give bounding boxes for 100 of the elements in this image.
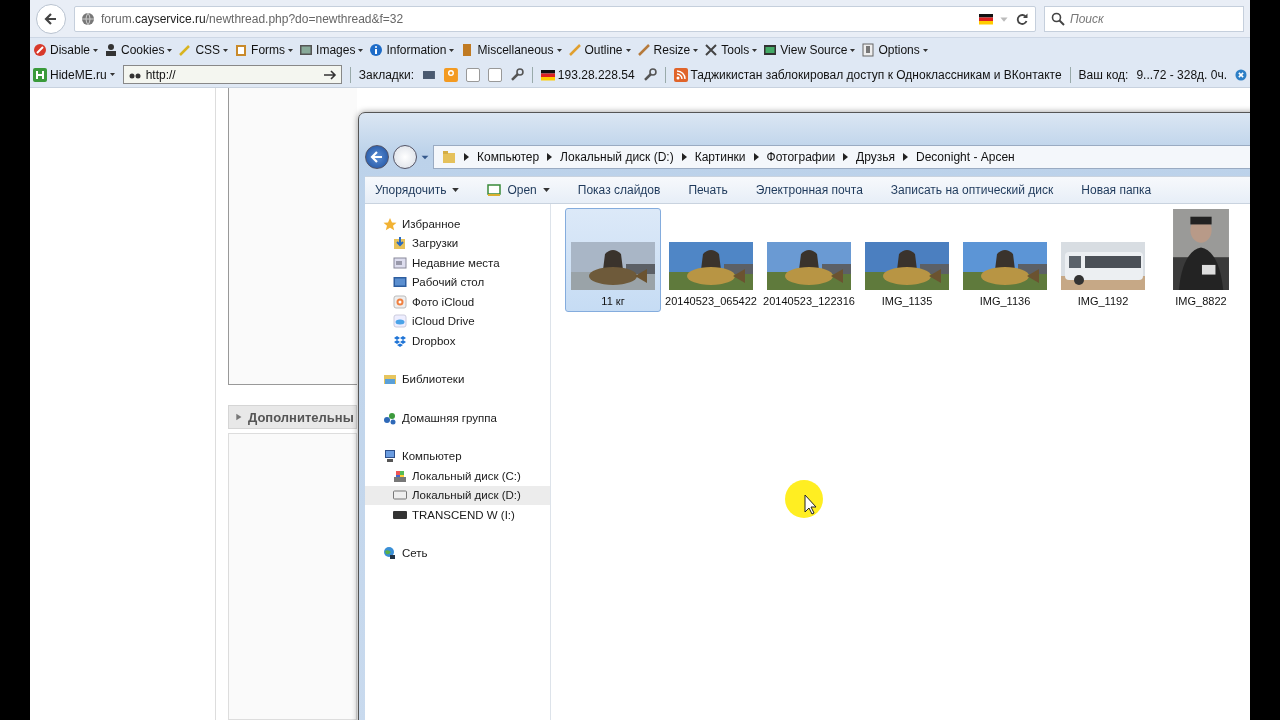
toolbar-menu[interactable]: Disable — [33, 43, 99, 57]
nav-item[interactable]: Библиотеки — [365, 369, 550, 389]
caret-icon — [358, 48, 364, 52]
command-button[interactable]: Электронная почта — [755, 181, 863, 199]
flag-icon — [979, 11, 993, 26]
proxy-menu[interactable]: HideME.ru — [33, 67, 115, 82]
caret-icon — [93, 48, 99, 52]
file-item[interactable]: IMG_1135 — [859, 208, 955, 312]
nav-item[interactable]: Dropbox — [365, 331, 550, 351]
file-item[interactable]: IMG_8822 — [1153, 208, 1249, 312]
wrench-icon[interactable] — [509, 67, 524, 82]
command-button[interactable]: Показ слайдов — [577, 181, 661, 199]
ip-address[interactable]: 193.28.228.54 — [540, 67, 635, 82]
file-item[interactable]: 20140523_122316 — [761, 208, 857, 312]
proxy-url-field[interactable]: http:// — [122, 65, 342, 84]
download-folder-icon — [393, 236, 407, 251]
toolbar-menu[interactable]: Miscellaneous — [460, 43, 562, 57]
toolbar-menu[interactable]: Images — [299, 43, 364, 57]
file-item[interactable]: IMG_1192 — [1055, 208, 1151, 312]
caret-icon — [223, 48, 229, 52]
command-button[interactable]: Записать на оптический диск — [890, 181, 1054, 199]
toolbar-menu[interactable]: Outline — [567, 43, 631, 57]
nav-item[interactable]: iCloud Drive — [365, 311, 550, 331]
homegroup-icon — [383, 410, 397, 425]
flag-icon — [540, 67, 555, 82]
person-icon — [104, 43, 119, 57]
search-field[interactable]: Поиск — [1044, 5, 1244, 32]
tools-icon — [704, 43, 719, 57]
section-header[interactable]: Дополнительны — [228, 405, 357, 429]
search-icon — [1051, 11, 1065, 26]
chevron-icon — [681, 153, 687, 161]
nav-item[interactable]: Недавние места — [365, 253, 550, 273]
monitor-icon — [763, 43, 778, 57]
toolbar-menu[interactable]: Resize — [636, 43, 699, 57]
file-item[interactable]: IMG_1136 — [957, 208, 1053, 312]
forward-button[interactable] — [393, 145, 417, 169]
nav-item[interactable]: Рабочий стол — [365, 272, 550, 292]
drive-icon — [393, 468, 407, 483]
bookmark-square-icon[interactable] — [487, 67, 502, 82]
news-link[interactable]: Таджикистан заблокировал доступ к Одноклассникам и ВКонтакте — [673, 67, 1062, 82]
caret-icon — [109, 73, 115, 76]
toolbar-menu[interactable]: CSS — [178, 43, 229, 57]
folder-icon — [442, 150, 456, 164]
options-icon — [861, 43, 876, 57]
nav-item[interactable]: Компьютер — [365, 446, 550, 466]
breadcrumb[interactable]: Друзья — [856, 150, 896, 164]
caret-icon — [542, 188, 550, 192]
command-button[interactable]: Печать — [688, 181, 728, 199]
rss-icon — [673, 67, 688, 82]
wrench-icon[interactable] — [642, 67, 657, 82]
toolbar-menu[interactable]: View Source — [763, 43, 856, 57]
toolbar-menu[interactable]: Forms — [234, 43, 294, 57]
cursor-icon — [784, 479, 824, 519]
nav-item[interactable]: Загрузки — [365, 233, 550, 253]
nav-item[interactable]: Сеть — [365, 543, 550, 563]
breadcrumb[interactable]: Локальный диск (D:) — [560, 150, 674, 164]
toolbar-menu[interactable]: Cookies — [104, 43, 173, 57]
file-item[interactable]: 20140523_065422 — [663, 208, 759, 312]
desktop-icon — [393, 275, 407, 290]
caret-icon — [922, 48, 928, 52]
file-item[interactable]: 11 кг — [565, 208, 661, 312]
breadcrumb-bar[interactable]: Компьютер Локальный диск (D:) Картинки Фотографии Друзья Deconight - Арсен — [433, 145, 1250, 169]
caret-icon — [625, 48, 631, 52]
back-button[interactable] — [36, 3, 66, 34]
back-arrow-icon — [44, 11, 58, 26]
arrow-icon — [322, 67, 337, 82]
command-button[interactable]: Open — [487, 181, 550, 199]
nav-item[interactable]: Избранное — [365, 214, 550, 234]
nav-item[interactable]: Домашняя группа — [365, 408, 550, 428]
caret-icon — [752, 48, 758, 52]
clipboard-icon — [234, 43, 249, 57]
command-button[interactable]: Упорядочить — [375, 181, 460, 199]
nav-item[interactable]: Фото iCloud — [365, 292, 550, 312]
nav-item[interactable]: TRANSCEND W (I:) — [365, 505, 550, 525]
drive-icon — [393, 488, 407, 503]
command-button[interactable]: Новая папка — [1081, 181, 1152, 199]
computer-icon — [383, 449, 397, 464]
nav-item[interactable]: Локальный диск (C:) — [365, 466, 550, 486]
breadcrumb[interactable]: Компьютер — [477, 150, 540, 164]
chevron-icon — [547, 153, 553, 161]
toolbar-menu[interactable]: Options — [861, 43, 928, 57]
breadcrumb[interactable]: Фотографии — [766, 150, 836, 164]
toolbar-menu[interactable]: Tools — [704, 43, 758, 57]
code-value: 9...72 - 328д. 0ч. — [1136, 67, 1228, 82]
breadcrumb[interactable]: Картинки — [694, 150, 746, 164]
caret-icon — [167, 48, 173, 52]
bookmark-square-icon[interactable] — [466, 67, 480, 82]
toolbar-menu[interactable]: Information — [369, 43, 455, 57]
globe-icon — [81, 11, 95, 26]
breadcrumb[interactable]: Deconight - Арсен — [916, 150, 1015, 164]
address-bar[interactable]: forum.cayservice.ru/newthread.php?do=newthread&f=32 — [74, 5, 1036, 32]
chevron-icon — [843, 153, 849, 161]
close-icon[interactable] — [1235, 68, 1247, 81]
cloud-icon — [393, 314, 407, 329]
caret-icon — [850, 48, 856, 52]
pencil-icon — [567, 43, 582, 57]
back-button[interactable] — [365, 145, 389, 169]
h-logo-icon — [33, 67, 47, 82]
disable-icon — [33, 43, 47, 57]
nav-item[interactable]: Локальный диск (D:) — [365, 485, 550, 505]
